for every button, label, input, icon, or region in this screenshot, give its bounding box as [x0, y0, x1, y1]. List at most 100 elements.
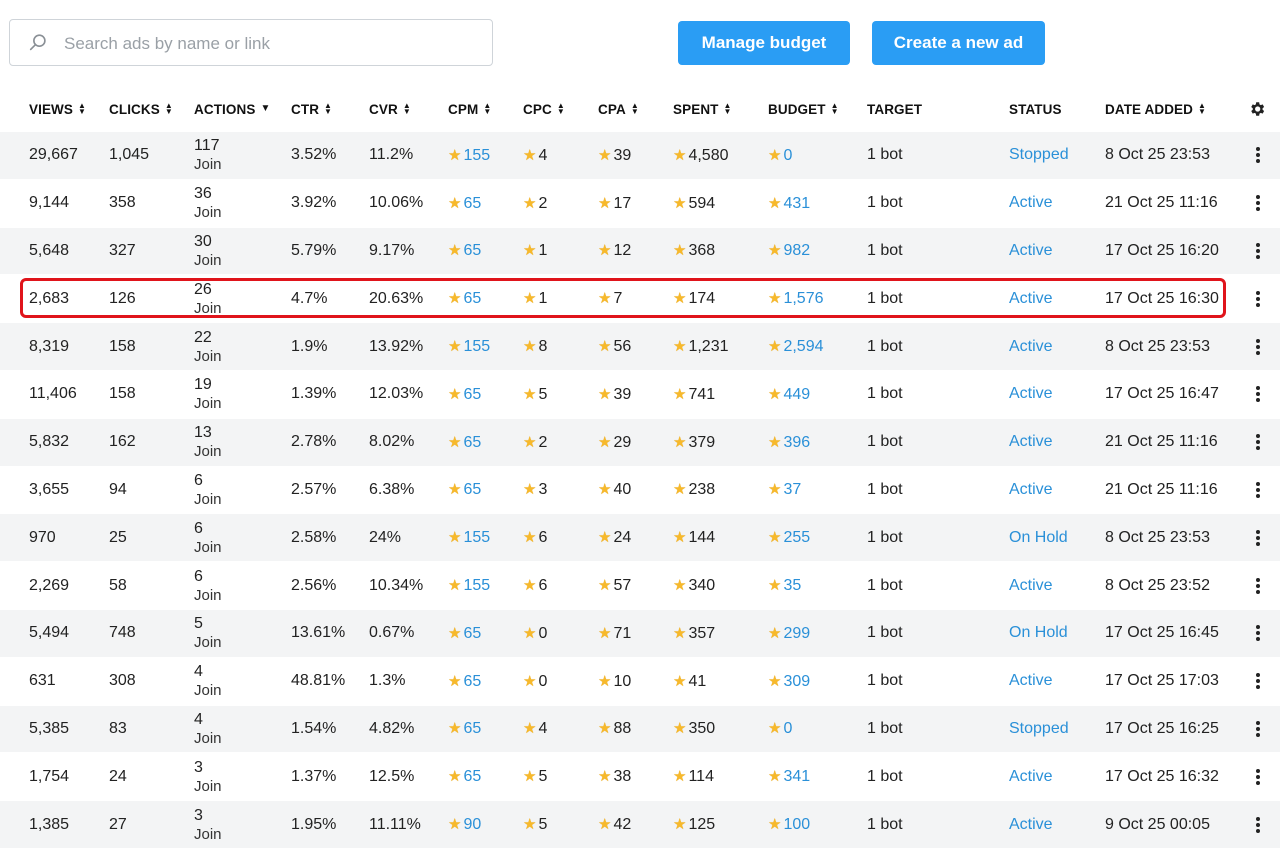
cell-cpm[interactable]: ★ 155 [448, 513, 523, 562]
cell-cpm[interactable]: ★ 155 [448, 562, 523, 610]
cell-row-menu[interactable] [1243, 466, 1280, 514]
cell-budget[interactable]: ★ 0 [768, 132, 867, 180]
cell-row-menu[interactable] [1243, 275, 1280, 323]
gear-icon[interactable] [1248, 100, 1266, 118]
cpm-value[interactable]: 65 [463, 481, 481, 498]
cpm-value[interactable]: 65 [463, 673, 481, 690]
column-header-date-added[interactable]: DATE ADDED ▲ ▼ [1105, 86, 1243, 132]
cell-status[interactable]: Stopped [1009, 705, 1105, 753]
budget-value[interactable]: 0 [783, 147, 792, 164]
cell-cpm[interactable]: ★ 65 [448, 418, 523, 467]
cell-cpm[interactable]: ★ 65 [448, 179, 523, 227]
cell-status[interactable]: Active [1009, 179, 1105, 227]
cpm-value[interactable]: 65 [463, 386, 481, 403]
status-link[interactable]: On Hold [1009, 529, 1068, 546]
cell-cpm[interactable]: ★ 65 [448, 466, 523, 514]
column-header-clicks[interactable]: CLICKS ▲ ▼ [109, 86, 194, 132]
more-vertical-icon[interactable] [1256, 673, 1260, 690]
more-vertical-icon[interactable] [1256, 529, 1260, 546]
table-row[interactable]: 631 308 4 Join 48.81% 1.3% ★ 65 ★ 0 ★ 10 ★ 41 ★ 309 1 bo… [0, 657, 1280, 706]
cpm-value[interactable]: 65 [463, 720, 481, 737]
status-link[interactable]: Active [1009, 768, 1053, 785]
column-header-actions[interactable]: ACTIONS ▼ [194, 86, 291, 132]
more-vertical-icon[interactable] [1256, 242, 1260, 259]
table-row[interactable]: 5,494 748 5 Join 13.61% 0.67% ★ 65 ★ 0 ★ 71 ★ 357 ★ 299… [0, 609, 1280, 658]
cell-status[interactable]: Active [1009, 227, 1105, 275]
cell-row-menu[interactable] [1243, 705, 1280, 753]
cell-status[interactable]: Active [1009, 753, 1105, 801]
cell-row-menu[interactable] [1243, 322, 1280, 371]
cell-row-menu[interactable] [1243, 513, 1280, 562]
cpm-value[interactable]: 155 [463, 529, 490, 546]
status-link[interactable]: Active [1009, 194, 1053, 211]
table-row[interactable]: 5,648 327 30 Join 5.79% 9.17% ★ 65 ★ 1 ★ 12 ★ 368 ★ 982… [0, 227, 1280, 275]
budget-value[interactable]: 431 [783, 195, 810, 212]
cell-row-menu[interactable] [1243, 657, 1280, 705]
table-row[interactable]: 1,754 24 3 Join 1.37% 12.5% ★ 65 ★ 5 ★ 38 ★ 114 ★ 341 1 … [0, 753, 1280, 801]
create-ad-button[interactable]: Create a new ad [872, 21, 1045, 65]
budget-value[interactable]: 0 [783, 720, 792, 737]
cell-budget[interactable]: ★ 2,594 [768, 322, 867, 371]
cpm-value[interactable]: 155 [463, 147, 490, 164]
budget-value[interactable]: 449 [783, 386, 810, 403]
cell-budget[interactable]: ★ 1,576 [768, 275, 867, 323]
table-row[interactable]: 5,385 83 4 Join 1.54% 4.82% ★ 65 ★ 4 ★ 88 ★ 350 ★ 0 1 bo… [0, 705, 1280, 753]
more-vertical-icon[interactable] [1256, 434, 1260, 451]
cell-row-menu[interactable] [1243, 179, 1280, 227]
cell-budget[interactable]: ★ 449 [768, 370, 867, 418]
status-link[interactable]: Active [1009, 242, 1053, 259]
cell-cpm[interactable]: ★ 155 [448, 132, 523, 180]
cell-status[interactable]: Active [1009, 418, 1105, 467]
table-row[interactable]: 29,667 1,045 117 Join 3.52% 11.2% ★ 155 ★ 4 ★ 39 ★ 4,… [0, 132, 1280, 180]
cell-cpm[interactable]: ★ 65 [448, 705, 523, 753]
status-link[interactable]: Active [1009, 433, 1053, 450]
budget-value[interactable]: 1,576 [783, 290, 823, 307]
budget-value[interactable]: 37 [783, 481, 801, 498]
more-vertical-icon[interactable] [1256, 338, 1260, 355]
cell-row-menu[interactable] [1243, 132, 1280, 180]
budget-value[interactable]: 982 [783, 242, 810, 259]
cell-row-menu[interactable] [1243, 227, 1280, 275]
column-header-cpa[interactable]: CPA ▲ ▼ [598, 86, 673, 132]
cell-status[interactable]: Stopped [1009, 132, 1105, 180]
table-row[interactable]: 5,832 162 13 Join 2.78% 8.02% ★ 65 ★ 2 ★ 29 ★ 379 ★ 396… [0, 418, 1280, 467]
column-header-budget[interactable]: BUDGET ▲ ▼ [768, 86, 867, 132]
more-vertical-icon[interactable] [1256, 768, 1260, 785]
cell-cpm[interactable]: ★ 65 [448, 275, 523, 323]
more-vertical-icon[interactable] [1256, 720, 1260, 737]
cell-status[interactable]: Active [1009, 370, 1105, 418]
budget-value[interactable]: 255 [783, 529, 810, 546]
cell-cpm[interactable]: ★ 65 [448, 753, 523, 801]
cell-budget[interactable]: ★ 982 [768, 227, 867, 275]
budget-value[interactable]: 341 [783, 768, 810, 785]
more-vertical-icon[interactable] [1256, 625, 1260, 642]
budget-value[interactable]: 299 [783, 625, 810, 642]
cpm-value[interactable]: 65 [463, 290, 481, 307]
status-link[interactable]: Active [1009, 290, 1053, 307]
column-header-spent[interactable]: SPENT ▲ ▼ [673, 86, 768, 132]
cell-budget[interactable]: ★ 431 [768, 179, 867, 227]
status-link[interactable]: Stopped [1009, 720, 1069, 737]
column-header-ctr[interactable]: CTR ▲ ▼ [291, 86, 369, 132]
budget-value[interactable]: 2,594 [783, 338, 823, 355]
more-vertical-icon[interactable] [1256, 386, 1260, 403]
status-link[interactable]: Stopped [1009, 146, 1069, 163]
more-vertical-icon[interactable] [1256, 481, 1260, 498]
more-vertical-icon[interactable] [1256, 290, 1260, 307]
cell-status[interactable]: Active [1009, 466, 1105, 514]
table-row[interactable]: 9,144 358 36 Join 3.92% 10.06% ★ 65 ★ 2 ★ 17 ★ 594 ★ 43… [0, 179, 1280, 228]
cpm-value[interactable]: 65 [463, 195, 481, 212]
column-header-views[interactable]: VIEWS ▲ ▼ [0, 86, 109, 132]
cell-budget[interactable]: ★ 255 [768, 513, 867, 562]
cell-row-menu[interactable] [1243, 753, 1280, 801]
status-link[interactable]: Active [1009, 672, 1053, 689]
budget-value[interactable]: 396 [783, 434, 810, 451]
manage-budget-button[interactable]: Manage budget [678, 21, 850, 65]
cell-status[interactable]: Active [1009, 562, 1105, 610]
table-row[interactable]: 2,269 58 6 Join 2.56% 10.34% ★ 155 ★ 6 ★ 57 ★ 340 ★ 35 1… [0, 562, 1280, 610]
cell-row-menu[interactable] [1243, 418, 1280, 467]
status-link[interactable]: On Hold [1009, 624, 1068, 641]
budget-value[interactable]: 309 [783, 673, 810, 690]
table-row[interactable]: 2,683 126 26 Join 4.7% 20.63% ★ 65 ★ 1 ★ 7 ★ 174 ★ 1,57… [0, 275, 1280, 323]
cell-budget[interactable]: ★ 299 [768, 609, 867, 658]
